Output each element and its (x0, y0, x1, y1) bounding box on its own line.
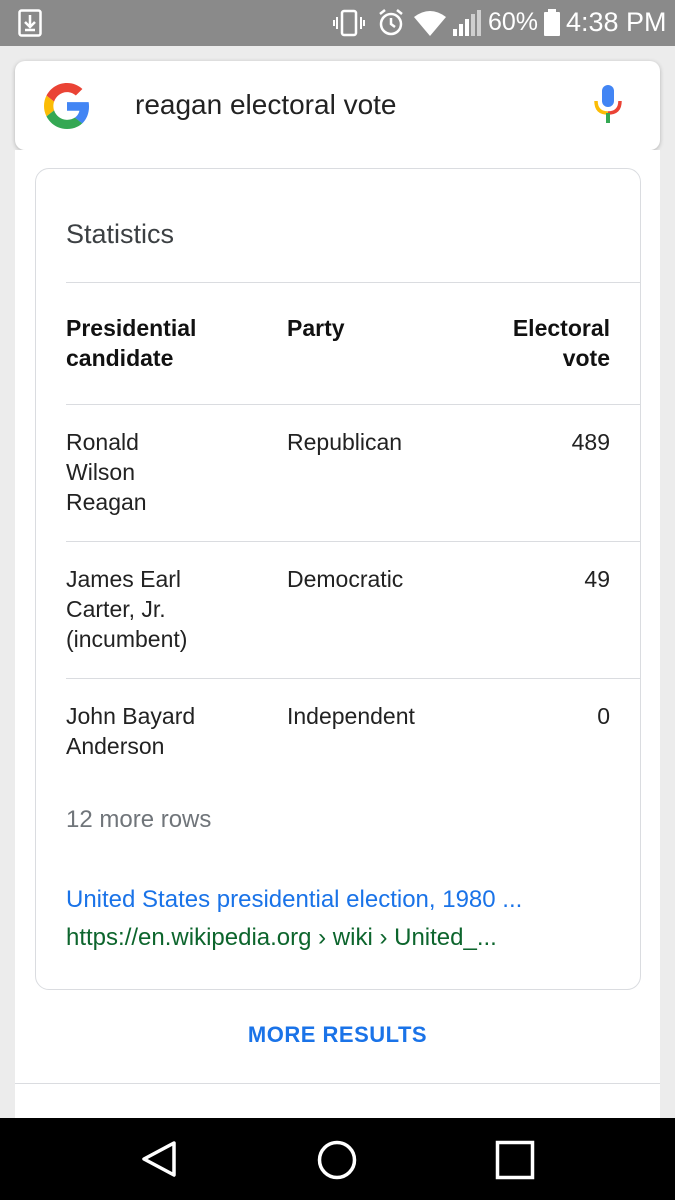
battery-percent: 60% (488, 8, 539, 36)
recent-apps-icon[interactable] (495, 1140, 535, 1185)
divider (15, 1083, 660, 1084)
result-link-title[interactable]: United States presidential election, 198… (66, 886, 522, 914)
divider (66, 678, 640, 679)
row-candidate: Ronald Wilson Reagan (66, 429, 147, 515)
more-rows-link[interactable]: 12 more rows (66, 806, 211, 834)
row-candidate: James Earl Carter, Jr. (incumbent) (66, 566, 188, 652)
navigation-bar (0, 1118, 675, 1200)
download-notification-icon (18, 9, 42, 42)
signal-icon (452, 9, 482, 42)
results-panel: Statistics Presidential candidate Party … (15, 150, 660, 1120)
clock: 4:38 PM (566, 7, 667, 37)
divider (66, 541, 640, 542)
wifi-icon (413, 9, 447, 42)
more-results-button[interactable]: MORE RESULTS (15, 1022, 660, 1048)
row-candidate: John Bayard Anderson (66, 703, 196, 759)
result-link-url[interactable]: https://en.wikipedia.org › wiki › United… (66, 924, 497, 952)
divider (66, 404, 640, 405)
vibrate-icon (333, 9, 365, 42)
card-title: Statistics (66, 219, 175, 249)
battery-icon (543, 9, 561, 42)
alarm-icon (377, 8, 405, 43)
mic-icon[interactable] (593, 83, 623, 132)
home-icon[interactable] (316, 1139, 358, 1186)
row-electoral-vote: 49 (584, 566, 610, 592)
divider (66, 282, 640, 283)
row-electoral-vote: 489 (571, 429, 610, 455)
back-icon[interactable] (140, 1140, 178, 1183)
google-logo[interactable] (44, 83, 90, 134)
statistics-card: Statistics Presidential candidate Party … (35, 168, 641, 990)
header-electoral-vote: Electoral vote (512, 315, 610, 371)
header-candidate: Presidential candidate (66, 315, 197, 371)
status-bar: 60% 4:38 PM (0, 0, 675, 46)
search-bar[interactable]: reagan electoral vote (15, 61, 660, 150)
row-electoral-vote: 0 (597, 703, 610, 729)
search-input[interactable]: reagan electoral vote (135, 89, 397, 121)
